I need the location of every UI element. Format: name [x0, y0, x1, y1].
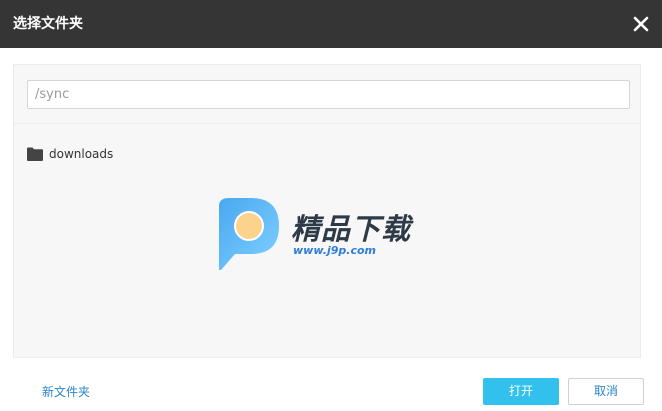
new-folder-link[interactable]: 新文件夹	[42, 383, 90, 400]
select-folder-dialog: 选择文件夹 downloads	[0, 0, 662, 411]
dialog-titlebar: 选择文件夹	[0, 0, 662, 48]
watermark-site: www.j9p.com	[293, 244, 376, 257]
folder-browser-panel: downloads 精品下载 www.j9p.com	[13, 64, 641, 358]
path-input[interactable]	[27, 80, 630, 109]
watermark: 精品下载 www.j9p.com	[211, 196, 451, 274]
watermark-brand: 精品下载	[291, 212, 412, 246]
divider	[14, 123, 640, 124]
folder-name: downloads	[49, 147, 114, 161]
open-button[interactable]: 打开	[483, 378, 559, 405]
folder-item-downloads[interactable]: downloads	[27, 144, 113, 164]
close-icon[interactable]	[632, 15, 650, 33]
cancel-button[interactable]: 取消	[568, 378, 644, 405]
watermark-logo	[219, 198, 279, 270]
dialog-title: 选择文件夹	[13, 16, 83, 32]
dialog-footer: 新文件夹 打开 取消	[0, 358, 662, 411]
folder-icon	[27, 147, 43, 161]
